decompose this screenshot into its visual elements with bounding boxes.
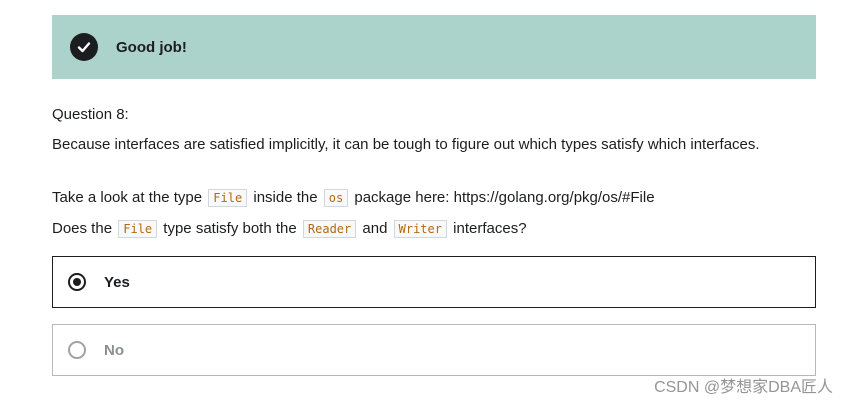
text-segment: package here: https://golang.org/pkg/os/…	[354, 189, 655, 206]
quiz-page: Good job! Question 8: Because interfaces…	[0, 0, 849, 407]
answer-option-yes[interactable]: Yes	[52, 256, 816, 308]
question-number: Question 8:	[52, 106, 129, 123]
text-segment: and	[362, 220, 388, 237]
text-segment: interfaces?	[453, 220, 527, 237]
radio-selected-icon[interactable]	[68, 273, 86, 291]
option-label: No	[104, 341, 124, 359]
code-writer: Writer	[393, 220, 447, 238]
text-segment: inside the	[253, 189, 318, 206]
question-text-line3: Does the File type satisfy both the Read…	[52, 220, 527, 238]
code-file: File	[118, 220, 158, 238]
code-reader: Reader	[302, 220, 357, 238]
success-banner: Good job!	[52, 15, 816, 79]
watermark: CSDN @梦想家DBA匠人	[654, 379, 833, 396]
check-circle-icon	[70, 33, 98, 61]
success-message: Good job!	[116, 38, 187, 56]
option-label: Yes	[104, 273, 130, 291]
code-file: File	[208, 189, 248, 207]
text-segment: Does the	[52, 220, 113, 237]
answer-option-no[interactable]: No	[52, 324, 816, 376]
text-segment: type satisfy both the	[163, 220, 297, 237]
question-text-line1: Because interfaces are satisfied implici…	[52, 136, 760, 154]
text-segment: Take a look at the type	[52, 189, 203, 206]
question-text-line2: Take a look at the type File inside the …	[52, 189, 655, 207]
code-os: os	[323, 189, 349, 207]
radio-unselected-icon[interactable]	[68, 341, 86, 359]
question-text: Because interfaces are satisfied implici…	[52, 136, 760, 153]
